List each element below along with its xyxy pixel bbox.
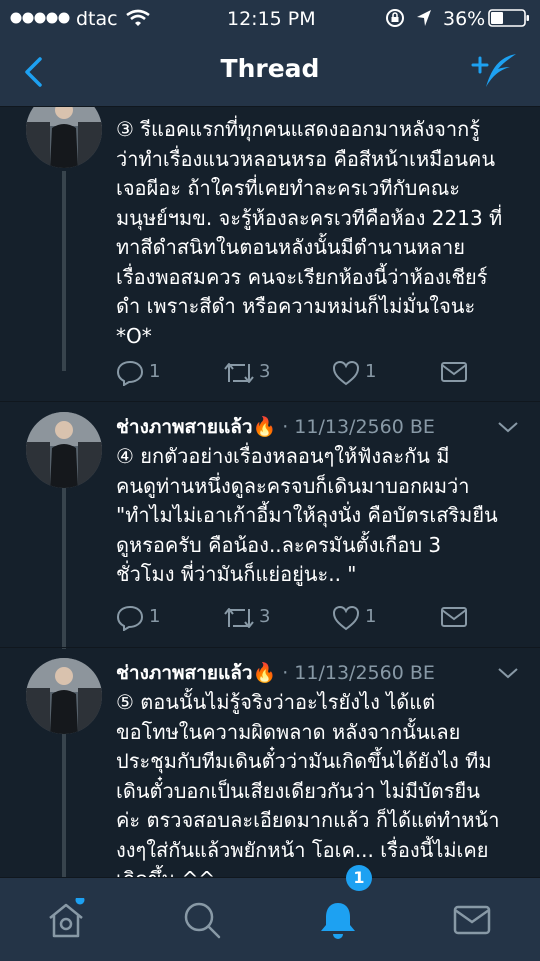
battery-icon <box>488 9 529 27</box>
chevron-down-icon[interactable] <box>497 420 519 434</box>
wifi-icon <box>126 9 150 26</box>
tweet-text-line: ⑤ ตอนนั้นไม่รู้จริงว่าอะไรยังไง ได้แต่ <box>116 690 436 714</box>
heart-icon <box>332 605 360 631</box>
thread-connector <box>62 171 66 371</box>
chevron-down-icon[interactable] <box>497 666 519 680</box>
profile-photo-icon <box>26 107 102 168</box>
tweet-actions: 1 3 1 <box>116 360 476 386</box>
reply-icon <box>116 605 144 631</box>
tweet-text-line: "ทำไมไม่เอาเก้าอี้มาให้ลุงนั่ง คือบัตรเส… <box>116 503 498 527</box>
messages-envelope-icon[interactable] <box>450 898 494 942</box>
tweet-text-line: เรื่องพอสมควร คนจะเรียกห้องนี้ว่าห้องเชี… <box>116 264 488 289</box>
avatar[interactable] <box>26 658 102 734</box>
tweet-text-line: เกิดขึ้น ^^ <box>116 865 526 877</box>
retweet-icon <box>224 363 254 383</box>
tweet-2[interactable]: ช่างภาพสายแล้ว🔥 · 11/13/2560 BE ④ ยกตัวอ… <box>0 402 540 649</box>
nav-bar: Thread <box>0 36 540 107</box>
tweet-actions: 1 3 1 <box>116 605 476 631</box>
tweet-text: ⑤ ตอนนั้นไม่รู้จริงว่าอะไรยังไง ได้แต่ ข… <box>116 688 526 877</box>
rotation-lock-icon <box>386 9 404 27</box>
thread-feed[interactable]: ③ รีแอคแรกที่ทุกคนแสดงออกมาหลังจากรู้ ว่… <box>0 107 540 877</box>
heart-icon <box>332 360 360 386</box>
tweet-text-line: ทาสีดำสนิทในตอนหลังนั้นมีตำนานหลาย <box>116 235 465 259</box>
notification-count-badge: 1 <box>346 865 372 891</box>
envelope-icon <box>441 607 467 627</box>
like-count: 1 <box>365 606 377 627</box>
author-name[interactable]: ช่างภาพสายแล้ว🔥 <box>116 662 276 684</box>
retweet-icon <box>224 608 254 628</box>
tweet-text-line: ค่ะ ตรวจสอบละเอียดมากแล้ว ก็ได้แต่ทำหน้า <box>116 808 500 832</box>
battery-percent: 36% <box>443 8 486 30</box>
location-arrow-icon <box>417 10 431 26</box>
avatar[interactable] <box>26 412 102 488</box>
tweet-text-line: ดำ เพราะสีดำ หรือความหม่นก็ไม่มั่นใจนะ <box>116 294 476 318</box>
tweet-header: ช่างภาพสายแล้ว🔥 · 11/13/2560 BE <box>116 412 435 442</box>
profile-photo-icon <box>26 412 102 488</box>
retweet-count: 3 <box>259 361 271 382</box>
tweet-3[interactable]: ช่างภาพสายแล้ว🔥 · 11/13/2560 BE ⑤ ตอนนั้… <box>0 648 540 877</box>
tweet-text-line: ขอโทษในความผิดพลาด หลังจากนั้นเลย <box>116 719 461 744</box>
status-bar: dtac 12:15 PM 36% <box>0 0 540 36</box>
tweet-date: · 11/13/2560 BE <box>276 416 435 438</box>
compose-tweet-icon[interactable] <box>470 51 520 91</box>
tweet-header: ช่างภาพสายแล้ว🔥 · 11/13/2560 BE <box>116 658 435 688</box>
tweet-1[interactable]: ③ รีแอคแรกที่ทุกคนแสดงออกมาหลังจากรู้ ว่… <box>0 107 540 386</box>
reply-count: 1 <box>149 361 161 382</box>
home-icon[interactable] <box>44 898 88 942</box>
retweet-count: 3 <box>259 606 271 627</box>
clock: 12:15 PM <box>227 8 316 30</box>
tweet-text-line: งงๆใส่กันแล้วพยักหน้า โอเค... เรื่องนี้ไ… <box>116 837 489 862</box>
like-count: 1 <box>365 361 377 382</box>
avatar[interactable] <box>26 107 102 168</box>
carrier-name: dtac <box>76 8 118 30</box>
thread-connector <box>62 734 66 877</box>
page-title: Thread <box>220 54 320 83</box>
tweet-text-line: เจอผีอะ ถ้าใครที่เคยทำละครเวทีกับคณะ <box>116 176 461 200</box>
thread-connector <box>62 488 66 649</box>
tweet-text: ④ ยกตัวอย่างเรื่องหลอนๆให้ฟังละกัน มี คน… <box>116 442 526 590</box>
tweet-date: · 11/13/2560 BE <box>276 662 435 684</box>
tweet-text-line: ชั่วโมง พี่ว่ามันก็แย่อยู่นะ.. " <box>116 562 357 586</box>
tab-bar <box>0 877 540 961</box>
tweet-text-line: มนุษย์ฯมข. จะรู้ห้องละครเวทีคือห้อง 2213… <box>116 205 503 230</box>
notifications-bell-icon[interactable] <box>316 898 360 942</box>
signal-dots-icon <box>10 12 70 24</box>
tweet-text-line: ③ รีแอคแรกที่ทุกคนแสดงออกมาหลังจากรู้ <box>116 117 480 141</box>
tweet-text-line: ประชุมกับทีมเดินตั๋วว่ามันเกิดขึ้นได้ยัง… <box>116 749 492 773</box>
tweet-text-line: คนดูท่านหนึ่งดูละครจบก็เดินมาบอกผมว่า <box>116 473 470 498</box>
envelope-icon <box>441 362 467 382</box>
tweet-text: ③ รีแอคแรกที่ทุกคนแสดงออกมาหลังจากรู้ ว่… <box>116 115 526 351</box>
profile-photo-icon <box>26 658 102 734</box>
tweet-text-line: *O* <box>116 323 152 348</box>
author-name[interactable]: ช่างภาพสายแล้ว🔥 <box>116 416 276 438</box>
reply-count: 1 <box>149 606 161 627</box>
tweet-text-line: ดูหรอครับ คือน้อง..ละครมันตั้งเกือบ 3 <box>116 532 442 557</box>
tweet-text-line: เดินตั๋วบอกเป็นเสียงเดียวกันว่า ไม่มีบัต… <box>116 778 480 803</box>
tweet-text-line: ④ ยกตัวอย่างเรื่องหลอนๆให้ฟังละกัน มี <box>116 444 450 468</box>
tweet-text-line: ว่าทำเรื่องแนวหลอนหรอ คือสีหน้าเหมือนคน <box>116 146 496 171</box>
search-icon[interactable] <box>180 898 224 942</box>
reply-icon <box>116 360 144 386</box>
